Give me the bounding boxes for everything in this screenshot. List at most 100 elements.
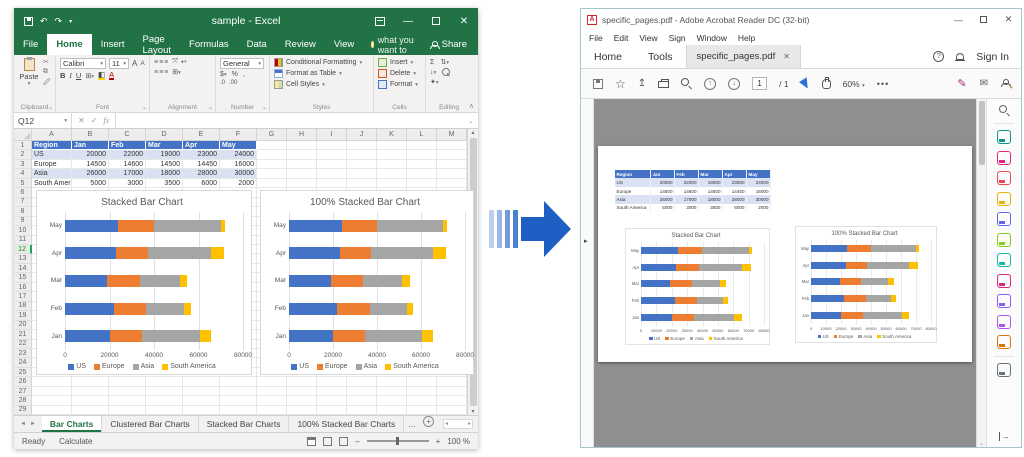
align-top-icon[interactable]: ≡≡≡ <box>154 59 169 66</box>
column-header-J[interactable]: J <box>347 129 377 140</box>
sheet-tab-stacked-bar-charts[interactable]: Stacked Bar Charts <box>199 416 290 432</box>
increase-decimal-icon[interactable]: .0 <box>220 80 225 86</box>
number-dialog-launcher[interactable]: ⌄ <box>262 104 267 111</box>
fill-sign-icon[interactable] <box>997 274 1011 288</box>
share-upload-icon[interactable]: ↥ <box>638 78 646 89</box>
export-pdf-icon[interactable] <box>997 130 1011 144</box>
column-header-K[interactable]: K <box>377 129 407 140</box>
grid-cell[interactable] <box>377 377 407 386</box>
column-header-A[interactable]: A <box>32 129 72 140</box>
horizontal-scrollbar[interactable] <box>443 419 473 429</box>
grid-cell[interactable] <box>183 396 220 405</box>
grid-cell[interactable]: Asia <box>32 169 72 178</box>
grid-cell[interactable]: US <box>32 150 72 159</box>
grid-cell[interactable] <box>407 141 437 150</box>
row-header-13[interactable]: 13 <box>14 254 32 263</box>
insert-function-icon[interactable]: fx <box>103 116 109 125</box>
grid-cell[interactable] <box>377 150 407 159</box>
ribbon-display-options-icon[interactable] <box>366 8 394 34</box>
grid-cell[interactable] <box>347 377 377 386</box>
sign-in-button[interactable]: Sign In <box>976 51 1009 63</box>
protect-icon[interactable] <box>997 294 1011 308</box>
grid-cell[interactable] <box>220 377 257 386</box>
sheet-overflow-label[interactable]: ... <box>404 416 419 432</box>
signature-pen-icon[interactable]: ✎ <box>957 77 966 90</box>
grid-cell[interactable]: Feb <box>109 141 146 150</box>
undo-icon[interactable]: ↶ <box>40 16 48 27</box>
grid-cell[interactable] <box>437 169 467 178</box>
grid-cell[interactable]: 14500 <box>72 160 109 169</box>
column-header-B[interactable]: B <box>72 129 109 140</box>
grid-cell[interactable] <box>407 387 437 396</box>
grid-cell[interactable] <box>287 179 317 188</box>
scrollbar-thumb[interactable] <box>979 101 985 165</box>
row-header-25[interactable]: 25 <box>14 368 32 377</box>
row-header-29[interactable]: 29 <box>14 406 32 415</box>
menu-item-help[interactable]: Help <box>738 33 755 43</box>
grid-cell[interactable] <box>437 406 467 415</box>
combine-files-icon[interactable] <box>997 212 1011 226</box>
italic-button[interactable]: I <box>69 71 72 80</box>
number-format-select[interactable]: General▾ <box>220 58 264 69</box>
shrink-font-icon[interactable]: A <box>140 60 144 67</box>
grid-cell[interactable]: 26000 <box>72 169 109 178</box>
grid-cell[interactable] <box>407 406 437 415</box>
row-header-8[interactable]: 8 <box>14 207 32 216</box>
accounting-format-icon[interactable]: $▾ <box>220 71 227 78</box>
grid-cell[interactable] <box>317 377 347 386</box>
grid-cell[interactable] <box>109 396 146 405</box>
row-header-6[interactable]: 6 <box>14 188 32 197</box>
column-header-I[interactable]: I <box>317 129 347 140</box>
grid-cell[interactable] <box>32 396 72 405</box>
grid-cell[interactable]: Region <box>32 141 72 150</box>
grid-cell[interactable] <box>183 387 220 396</box>
grid-cell[interactable] <box>287 160 317 169</box>
comment-icon[interactable] <box>997 192 1011 206</box>
help-icon[interactable]: ? <box>933 51 944 62</box>
grid-cell[interactable] <box>287 150 317 159</box>
grid-cell[interactable] <box>407 377 437 386</box>
normal-view-icon[interactable] <box>307 437 316 446</box>
row-header-7[interactable]: 7 <box>14 198 32 207</box>
grid-cell[interactable] <box>287 387 317 396</box>
grid-cell[interactable] <box>287 377 317 386</box>
row-header-17[interactable]: 17 <box>14 292 32 301</box>
grid-cell[interactable]: 14600 <box>109 160 146 169</box>
grid-cell[interactable] <box>287 396 317 405</box>
grid-cell[interactable] <box>437 150 467 159</box>
close-icon[interactable]: ✕ <box>450 8 478 34</box>
formula-input[interactable] <box>116 113 464 128</box>
menu-item-window[interactable]: Window <box>697 33 727 43</box>
customize-quick-access-icon[interactable]: ▾ <box>69 18 72 25</box>
alignment-dialog-launcher[interactable]: ⌄ <box>208 104 213 111</box>
grid-cell[interactable] <box>220 387 257 396</box>
edit-pdf-icon[interactable] <box>997 151 1011 165</box>
grid-cell[interactable] <box>287 141 317 150</box>
grid-cell[interactable] <box>347 396 377 405</box>
menu-item-view[interactable]: View <box>639 33 657 43</box>
grid-cell[interactable] <box>407 169 437 178</box>
autosum-button[interactable]: Σ <box>430 59 434 66</box>
grid-cell[interactable] <box>347 169 377 178</box>
grid-cell[interactable] <box>146 396 183 405</box>
status-calculate[interactable]: Calculate <box>59 437 92 446</box>
ribbon-tab-file[interactable]: File <box>14 34 47 55</box>
grid-cell[interactable] <box>32 387 72 396</box>
grid-cell[interactable] <box>377 179 407 188</box>
grid-cell[interactable] <box>347 160 377 169</box>
maximize-icon[interactable] <box>422 8 450 34</box>
enter-entry-icon[interactable]: ✓ <box>91 116 98 125</box>
scroll-up-icon[interactable]: ▴ <box>471 129 474 136</box>
row-header-9[interactable]: 9 <box>14 217 32 226</box>
grid-cell[interactable]: May <box>220 141 257 150</box>
menu-item-sign[interactable]: Sign <box>669 33 686 43</box>
grid-cell[interactable] <box>183 377 220 386</box>
row-header-10[interactable]: 10 <box>14 226 32 235</box>
grid-cell[interactable] <box>437 179 467 188</box>
zoom-slider[interactable] <box>367 440 429 442</box>
grid-cell[interactable] <box>72 396 109 405</box>
tab-home[interactable]: Home <box>581 45 635 68</box>
sort-filter-icon[interactable]: ⇅▾ <box>440 58 449 66</box>
percent-style-icon[interactable]: % <box>232 71 238 78</box>
row-header-2[interactable]: 2 <box>14 150 32 159</box>
